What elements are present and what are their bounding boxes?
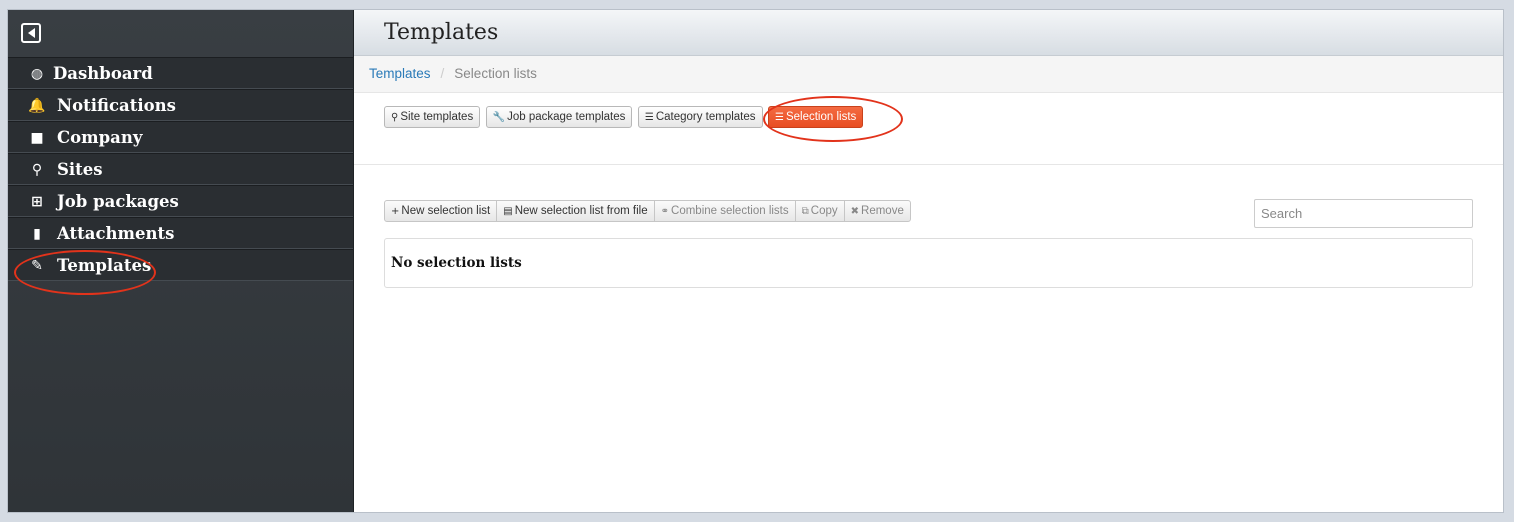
sidebar-item-sites[interactable]: ⚲ Sites bbox=[8, 153, 353, 185]
list-icon: ☰ bbox=[774, 112, 784, 123]
search-input[interactable] bbox=[1254, 199, 1473, 228]
button-label: Remove bbox=[861, 205, 904, 217]
sidebar-item-job-packages[interactable]: ⊞ Job packages bbox=[8, 185, 353, 217]
list-icon: ☰ bbox=[644, 112, 654, 123]
tab-label: Site templates bbox=[400, 111, 474, 123]
sidebar-item-notifications[interactable]: 🔔 Notifications bbox=[8, 89, 353, 121]
bell-icon: 🔔 bbox=[28, 98, 46, 114]
button-label: Combine selection lists bbox=[671, 205, 789, 217]
sidebar-item-templates[interactable]: ✎ Templates bbox=[8, 249, 353, 281]
sidebar-item-label: Dashboard bbox=[53, 64, 153, 83]
template-type-tabs: ⚲ Site templates 🔧 Job package templates ☰… bbox=[384, 106, 864, 128]
sidebar-item-dashboard[interactable]: ◍ Dashboard bbox=[8, 57, 353, 89]
page-header: Templates bbox=[354, 10, 1503, 56]
sidebar-header bbox=[8, 10, 353, 57]
sidebar-item-label: Company bbox=[57, 128, 143, 147]
sidebar-item-label: Sites bbox=[57, 160, 103, 179]
copy-button[interactable]: ⧉ Copy bbox=[794, 200, 845, 222]
empty-state-text: No selection lists bbox=[391, 255, 522, 271]
page-title: Templates bbox=[384, 20, 499, 45]
tab-label: Category templates bbox=[655, 111, 756, 123]
close-icon: ✖ bbox=[850, 206, 860, 217]
collapse-sidebar-icon[interactable] bbox=[21, 23, 41, 43]
map-marker-icon: ⚲ bbox=[31, 162, 43, 178]
tab-selection-lists[interactable]: ☰ Selection lists bbox=[767, 106, 864, 128]
sidebar-item-label: Attachments bbox=[57, 224, 175, 243]
breadcrumb-separator: / bbox=[440, 66, 445, 81]
file-icon: ▮ bbox=[33, 226, 41, 242]
sidebar-item-label: Templates bbox=[57, 256, 152, 275]
tab-category-templates[interactable]: ☰ Category templates bbox=[637, 106, 763, 128]
map-marker-icon: ⚲ bbox=[391, 112, 399, 123]
copy-icon: ⧉ bbox=[801, 206, 809, 217]
button-label: Copy bbox=[810, 205, 838, 217]
dashboard-icon: ◍ bbox=[30, 66, 44, 82]
tab-site-templates[interactable]: ⚲ Site templates bbox=[384, 106, 481, 128]
combine-selection-lists-button[interactable]: ⚭ Combine selection lists bbox=[653, 200, 796, 222]
main-content: Templates Templates / Selection lists ⚲ Sit… bbox=[354, 10, 1503, 512]
selection-list-toolbar: + New selection list ▤ New selection list … bbox=[384, 200, 911, 222]
app-window: ◍ Dashboard 🔔 Notifications ■ Company ⚲ … bbox=[7, 9, 1504, 513]
remove-button[interactable]: ✖ Remove bbox=[843, 200, 911, 222]
sidebar-item-attachments[interactable]: ▮ Attachments bbox=[8, 217, 353, 249]
sidebar: ◍ Dashboard 🔔 Notifications ■ Company ⚲ … bbox=[8, 10, 354, 512]
link-icon: ⚭ bbox=[660, 206, 670, 217]
briefcase-icon: ■ bbox=[30, 130, 44, 146]
wrench-icon: 🔧 bbox=[492, 112, 506, 123]
sidebar-item-label: Notifications bbox=[57, 96, 176, 115]
new-selection-list-button[interactable]: + New selection list bbox=[384, 200, 498, 222]
sidebar-item-label: Job packages bbox=[57, 192, 179, 211]
tab-job-package-templates[interactable]: 🔧 Job package templates bbox=[485, 106, 633, 128]
selection-lists-panel: No selection lists bbox=[384, 238, 1473, 288]
breadcrumb-templates-link[interactable]: Templates bbox=[369, 66, 431, 81]
file-text-icon: ▤ bbox=[503, 206, 513, 217]
sitemap-icon: ⊞ bbox=[31, 194, 43, 210]
new-selection-list-from-file-button[interactable]: ▤ New selection list from file bbox=[496, 200, 655, 222]
button-label: New selection list from file bbox=[514, 205, 648, 217]
breadcrumb-current: Selection lists bbox=[454, 66, 537, 81]
plus-icon: + bbox=[391, 206, 400, 217]
tab-label: Selection lists bbox=[785, 111, 857, 123]
tab-label: Job package templates bbox=[507, 111, 626, 123]
button-label: New selection list bbox=[401, 205, 491, 217]
pencil-icon: ✎ bbox=[31, 258, 43, 274]
breadcrumb: Templates / Selection lists bbox=[354, 56, 1503, 93]
sidebar-item-company[interactable]: ■ Company bbox=[8, 121, 353, 153]
section-divider bbox=[354, 164, 1503, 165]
